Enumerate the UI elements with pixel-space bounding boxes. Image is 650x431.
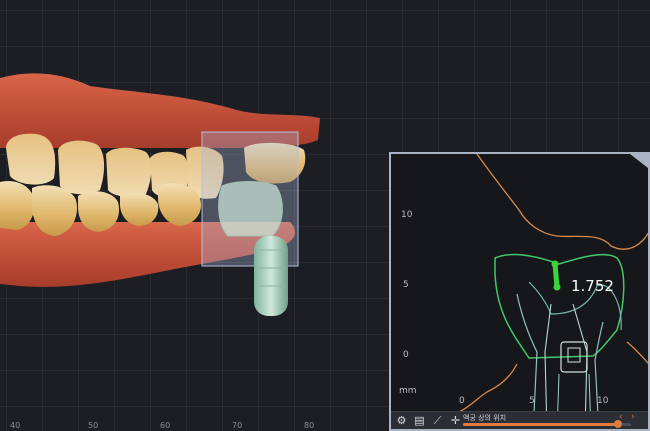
ruler-label: 80: [304, 421, 315, 430]
y-tick-label: 5: [403, 280, 409, 290]
slider-label: 액궁 상의 위치: [463, 414, 507, 422]
panel-collapse-handle[interactable]: [630, 154, 648, 168]
y-tick-label: 0: [403, 350, 409, 360]
measurement-value: 1.752: [571, 277, 614, 295]
implant-guide: [201, 131, 299, 316]
crosshair-icon[interactable]: ✛: [448, 413, 463, 428]
export-icon[interactable]: ▤: [412, 413, 427, 428]
next-section-button[interactable]: ›: [631, 412, 635, 422]
x-tick-label: 0: [459, 396, 465, 406]
ruler-label: 40: [10, 421, 21, 430]
x-tick-label: 10: [597, 396, 609, 406]
ruler-label: 50: [88, 421, 99, 430]
measure-tool-icon[interactable]: ⟋: [430, 413, 445, 428]
prev-section-button[interactable]: ‹: [619, 412, 623, 422]
unit-label: mm: [399, 386, 417, 396]
section-toolbar: ⚙ ▤ ⟋ ✛ 액궁 상의 위치 ‹ ›: [391, 411, 648, 429]
position-slider[interactable]: [463, 420, 631, 428]
y-tick-label: 10: [401, 210, 413, 220]
slider-fill: [463, 423, 618, 426]
3d-viewport[interactable]: 40 50 60 70 80 10 5 0 mm 0 5 10 1.752 ⚙ …: [0, 0, 650, 431]
x-tick-label: 5: [529, 396, 535, 406]
gear-icon[interactable]: ⚙: [394, 413, 409, 428]
ruler-label: 70: [232, 421, 243, 430]
cross-section-panel[interactable]: 10 5 0 mm 0 5 10 1.752 ⚙ ▤ ⟋ ✛ 액궁 상의 위치 …: [389, 152, 650, 431]
ruler-label: 60: [160, 421, 171, 430]
